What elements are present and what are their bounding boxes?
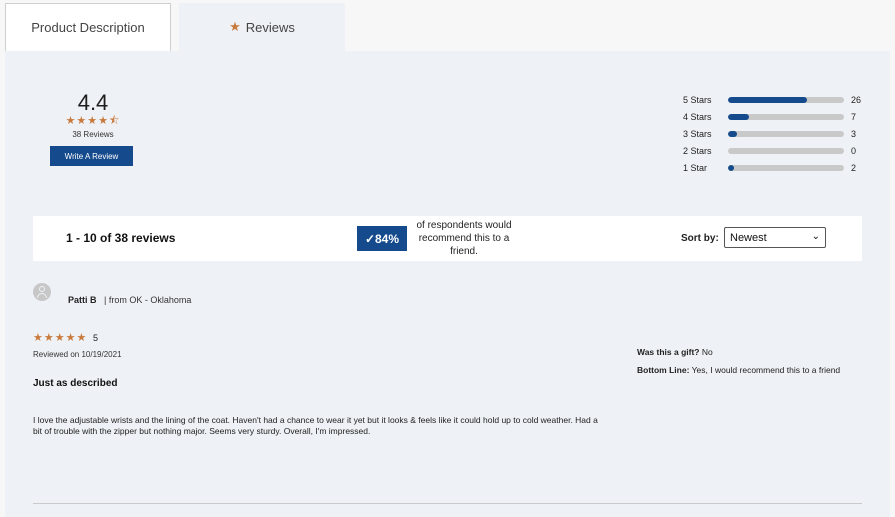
review-gift: Was this a gift? No [637, 347, 713, 357]
review-divider [33, 503, 862, 504]
histogram-count: 7 [851, 111, 857, 122]
sort-label: Sort by: [681, 233, 719, 244]
reviews-toolbar: 1 - 10 of 38 reviews ✓84% of respondents… [33, 216, 862, 261]
recommend-text: of respondents would recommend this to a… [416, 220, 512, 257]
review-tabs: Product Description ★ Reviews [0, 0, 895, 51]
histogram-fill [728, 164, 735, 171]
review-body: I love the adjustable wrists and the lin… [33, 415, 598, 436]
review-date: Reviewed on 10/19/2021 [33, 350, 122, 359]
review-range: 1 - 10 of 38 reviews [66, 231, 176, 245]
review-location: | from OK - Oklahoma [104, 295, 192, 305]
review-title: Just as described [33, 378, 118, 389]
histogram-label: 1 Star [683, 162, 708, 173]
histogram-row-4[interactable]: 4 Stars 7 [683, 108, 873, 125]
histogram-count: 2 [851, 162, 857, 173]
histogram-bar [728, 113, 844, 120]
histogram-count: 26 [851, 94, 862, 105]
recommend-percent-badge: ✓84% [357, 226, 407, 251]
review-score: 5 [93, 333, 99, 343]
histogram-row-2[interactable]: 2 Stars 0 [683, 142, 873, 159]
histogram-fill [728, 113, 750, 120]
bottom-line-label: Bottom Line: [637, 365, 690, 375]
histogram-bar [728, 130, 844, 137]
histogram-bar [728, 147, 844, 154]
rating-histogram: 5 Stars 26 4 Stars 7 3 Stars 3 2 Stars 0… [683, 91, 873, 176]
sort-value: Newest [730, 231, 767, 244]
histogram-label: 3 Stars [683, 128, 712, 139]
reviews-panel: 4.4 ★★★★⯪ 38 Reviews Write A Review 5 St… [5, 51, 890, 517]
review-count[interactable]: 38 Reviews [50, 130, 136, 139]
tab-product-description[interactable]: Product Description [5, 3, 171, 51]
average-stars: ★★★★⯪ [65, 115, 121, 127]
write-review-button[interactable]: Write A Review [50, 146, 133, 166]
sort-select[interactable]: Newest ⌄ [724, 227, 826, 248]
chevron-down-icon: ⌄ [811, 231, 820, 242]
histogram-fill [728, 96, 808, 103]
gift-value: No [701, 347, 713, 357]
histogram-bar [728, 164, 844, 171]
histogram-label: 2 Stars [683, 145, 712, 156]
average-rating: 4.4 [77, 90, 109, 115]
review-stars: ★★★★★ [33, 332, 88, 344]
histogram-label: 5 Stars [683, 94, 712, 105]
histogram-row-1[interactable]: 1 Star 2 [683, 159, 873, 176]
histogram-fill [728, 130, 738, 137]
tab-label: Reviews [245, 19, 295, 35]
review-item: Patti B | from OK - Oklahoma ★★★★★ 5 Rev… [33, 277, 862, 507]
histogram-count: 3 [851, 128, 857, 139]
histogram-label: 4 Stars [683, 111, 712, 122]
gift-label: Was this a gift? [637, 347, 700, 357]
rating-summary: 4.4 ★★★★⯪ 38 Reviews [50, 90, 136, 140]
tab-label: Product Description [31, 20, 145, 35]
review-bottom-line: Bottom Line: Yes, I would recommend this… [637, 365, 840, 375]
histogram-count: 0 [851, 145, 857, 156]
histogram-bar [728, 96, 844, 103]
avatar [33, 283, 51, 301]
bottom-line-value: Yes, I would recommend this to a friend [691, 365, 841, 375]
star-icon: ★ [229, 19, 241, 34]
histogram-row-3[interactable]: 3 Stars 3 [683, 125, 873, 142]
tab-reviews[interactable]: ★ Reviews [179, 3, 345, 51]
review-author: Patti B [68, 295, 97, 305]
histogram-row-5[interactable]: 5 Stars 26 [683, 91, 873, 108]
